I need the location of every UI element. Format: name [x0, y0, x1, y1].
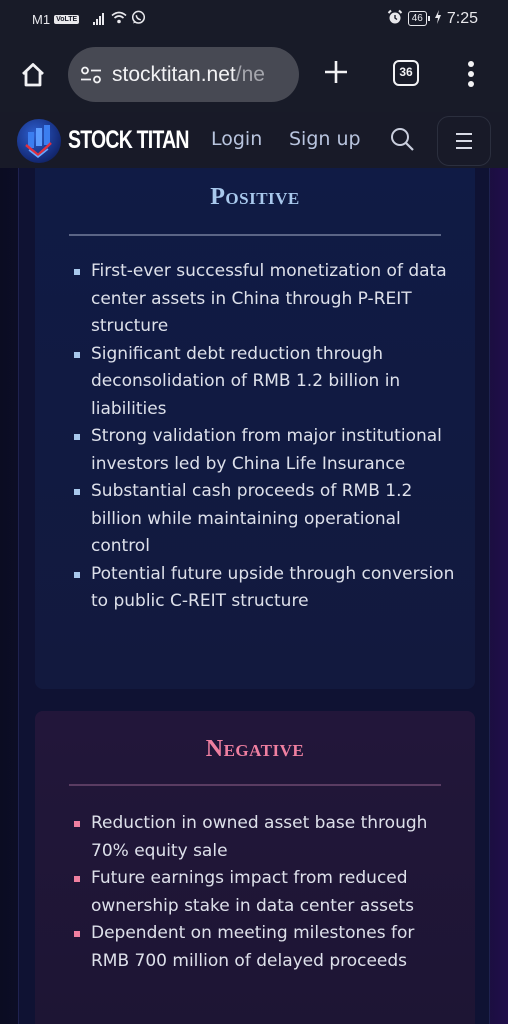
- list-item-text: First-ever successful monetization of da…: [91, 261, 447, 336]
- charging-icon: [434, 10, 442, 27]
- bullet-icon: [74, 351, 80, 358]
- url-domain: stocktitan.net: [112, 62, 236, 86]
- alarm-icon: [387, 9, 403, 28]
- wifi-icon: [111, 11, 127, 27]
- bullet-icon: [74, 571, 80, 578]
- new-tab-icon[interactable]: [322, 58, 350, 91]
- positive-list: First-ever successful monetization of da…: [57, 258, 457, 616]
- list-item-text: Dependent on meeting milestones for RMB …: [91, 923, 415, 971]
- search-icon[interactable]: [389, 126, 415, 152]
- whatsapp-icon: [131, 10, 146, 28]
- tabs-button[interactable]: 36: [393, 60, 419, 86]
- address-bar[interactable]: stocktitan.net/ne: [68, 47, 299, 102]
- bullet-icon: [74, 489, 80, 495]
- list-item: Substantial cash proceeds of RMB 1.2 bil…: [57, 478, 457, 561]
- negative-card: Negative Reduction in owned asset base t…: [35, 711, 475, 1024]
- list-item: Significant debt reduction through decon…: [57, 341, 457, 424]
- list-item: Dependent on meeting milestones for RMB …: [57, 920, 457, 975]
- content-container: Positive First-ever successful monetizat…: [18, 168, 490, 1024]
- negative-list: Reduction in owned asset base through 70…: [57, 810, 457, 975]
- bullet-icon: [74, 821, 80, 827]
- login-link[interactable]: Login: [211, 128, 262, 150]
- list-item-text: Future earnings impact from reduced owne…: [91, 868, 414, 916]
- list-item: Potential future upside through conversi…: [57, 561, 457, 616]
- list-item-text: Reduction in owned asset base through 70…: [91, 813, 428, 861]
- site-header: STOCK TITAN Login Sign up: [0, 112, 508, 168]
- signup-link[interactable]: Sign up: [289, 128, 361, 150]
- carrier-label: M1: [32, 11, 51, 27]
- list-item: Future earnings impact from reduced owne…: [57, 865, 457, 920]
- bullet-icon: [74, 434, 80, 440]
- signal-icon: [93, 13, 105, 25]
- list-item-text: Significant debt reduction through decon…: [91, 343, 401, 419]
- battery-icon: 46: [407, 11, 431, 26]
- browser-toolbar: stocktitan.net/ne 36: [0, 38, 508, 112]
- list-item-text: Strong validation from major institution…: [91, 426, 442, 474]
- positive-title: Positive: [210, 184, 300, 210]
- menu-icon[interactable]: [437, 116, 491, 166]
- list-item: Reduction in owned asset base through 70…: [57, 810, 457, 865]
- negative-title: Negative: [205, 736, 305, 762]
- url-path: /ne: [235, 62, 265, 86]
- bullet-icon: [74, 931, 80, 937]
- positive-card: Positive First-ever successful monetizat…: [35, 168, 475, 689]
- home-icon[interactable]: [18, 60, 48, 90]
- status-right: 46 7:25: [387, 9, 478, 28]
- bullet-icon: [74, 269, 80, 275]
- positive-divider: [69, 234, 441, 236]
- logo-text[interactable]: STOCK TITAN: [68, 126, 189, 155]
- list-item: Strong validation from major institution…: [57, 423, 457, 478]
- more-icon[interactable]: [468, 61, 474, 87]
- status-bar: M1 VoLTE 46 7:25: [0, 0, 508, 38]
- logo-icon[interactable]: [17, 119, 61, 163]
- volte-badge: VoLTE: [54, 14, 80, 24]
- list-item: First-ever successful monetization of da…: [57, 258, 457, 341]
- clock-time: 7:25: [446, 9, 478, 27]
- status-left: M1 VoLTE: [32, 10, 146, 28]
- site-settings-icon[interactable]: [80, 66, 102, 84]
- list-item-text: Potential future upside through conversi…: [91, 563, 455, 612]
- negative-divider: [69, 784, 441, 786]
- bullet-icon: [74, 876, 80, 882]
- page-content: Positive First-ever successful monetizat…: [0, 168, 508, 1024]
- list-item-text: Substantial cash proceeds of RMB 1.2 bil…: [91, 481, 413, 556]
